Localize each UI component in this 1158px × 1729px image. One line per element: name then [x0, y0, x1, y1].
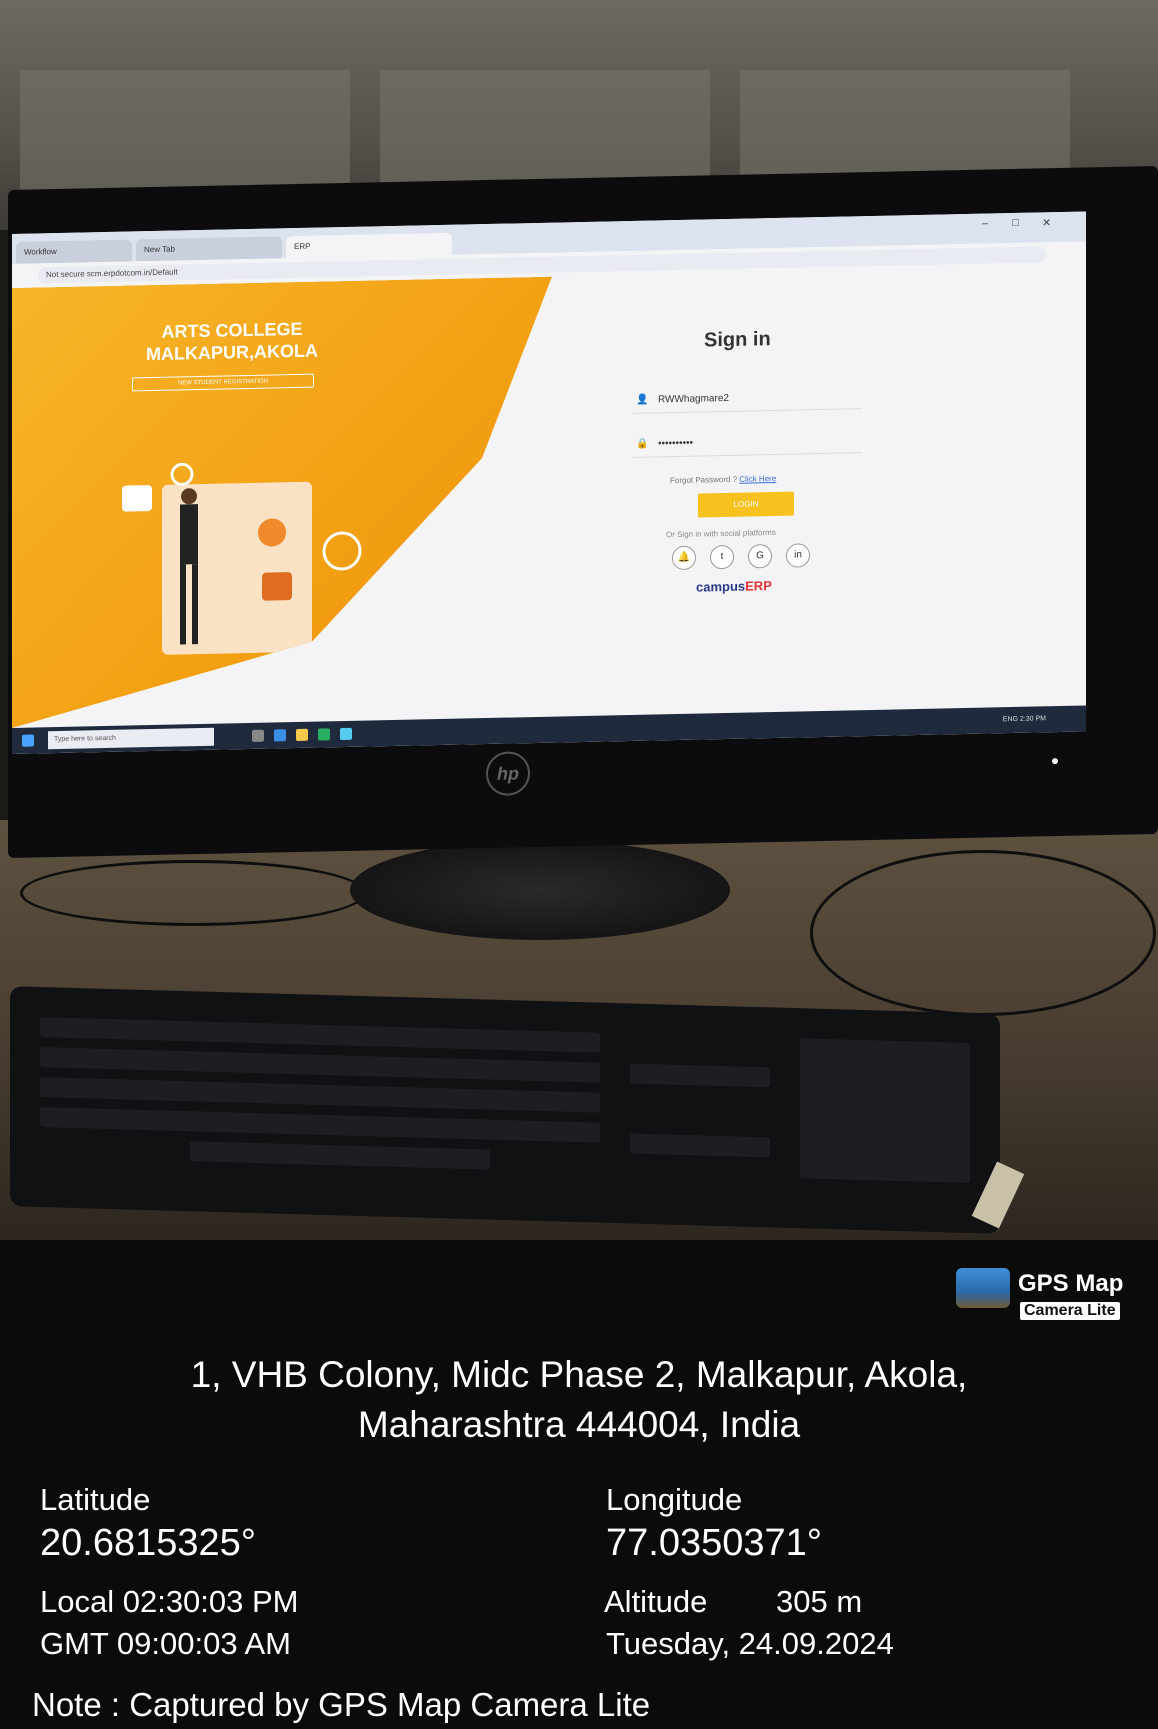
hero-banner: ARTS COLLEGE MALKAPUR,AKOLA NEW STUDENT … [12, 275, 612, 728]
arrow-keys [630, 1133, 770, 1158]
fingerprint-icon [324, 533, 360, 570]
twitter-icon[interactable]: t [710, 544, 734, 570]
padlock-icon [122, 485, 152, 512]
college-title-line2: MALKAPUR,AKOLA [146, 340, 318, 365]
password-value: •••••••••• [658, 437, 694, 450]
erp-logo-accent: ERP [745, 578, 772, 594]
campus-erp-logo: campusERP [696, 578, 772, 595]
gps-app-sub: Camera Lite [1020, 1302, 1120, 1320]
lock-icon [262, 572, 292, 601]
browser-tab[interactable]: New Tab [136, 236, 282, 262]
monitor: Workflow New Tab ERP – □ ✕ Not secure sc… [8, 165, 1158, 859]
latitude-value: 20.6815325° [40, 1522, 256, 1564]
app-icon[interactable] [340, 727, 352, 741]
monitor-screen: Workflow New Tab ERP – □ ✕ Not secure sc… [12, 211, 1086, 754]
key-row [40, 1047, 600, 1083]
google-icon[interactable]: G [748, 544, 772, 569]
minimize-icon[interactable]: – [982, 218, 988, 230]
password-field[interactable]: 🔒 •••••••••• [632, 430, 862, 458]
close-icon[interactable]: ✕ [1042, 216, 1051, 229]
gps-map-logo [956, 1268, 1010, 1308]
security-illustration [102, 440, 382, 676]
gmt-time: GMT 09:00:03 AM [40, 1626, 291, 1661]
clock: 2:30 PM [1019, 715, 1046, 723]
local-time: Local 02:30:03 PM [40, 1584, 299, 1619]
desk-cable [20, 860, 366, 926]
latitude-label: Latitude [40, 1482, 151, 1517]
username-value: RWWhagmare2 [658, 392, 729, 406]
maximize-icon[interactable]: □ [1012, 217, 1019, 229]
windows-start-icon[interactable] [22, 734, 34, 747]
key-row [40, 1017, 600, 1053]
chrome-icon[interactable] [318, 728, 330, 741]
login-button[interactable]: LOGIN [698, 491, 794, 518]
new-student-registration-button[interactable]: NEW STUDENT REGISTRATION [132, 374, 314, 392]
college-title: ARTS COLLEGE MALKAPUR,AKOLA [112, 317, 352, 366]
power-led [1052, 758, 1058, 765]
address-line2: Maharashtra 444004, India [357, 1404, 801, 1445]
capture-date: Tuesday, 24.09.2024 [606, 1626, 894, 1661]
edge-icon[interactable] [274, 729, 286, 742]
keyboard [10, 986, 1000, 1234]
monitor-stand-base [350, 840, 730, 940]
signin-title: Sign in [704, 328, 771, 352]
bell-icon[interactable]: 🔔 [672, 545, 696, 571]
social-signin-label: Or Sign in with social platforms [666, 527, 776, 540]
signin-form: Sign in 👤 RWWhagmare2 🔒 •••••••••• Forgo… [632, 286, 892, 711]
username-field[interactable]: 👤 RWWhagmare2 [632, 386, 862, 414]
browser-tab[interactable]: Workflow [16, 239, 132, 264]
monitor-cable [810, 850, 1156, 1016]
erp-logo-main: campus [696, 578, 746, 595]
system-tray: ENG 2:30 PM [1003, 715, 1046, 723]
nav-keys [630, 1063, 770, 1088]
linkedin-icon[interactable]: in [786, 543, 810, 568]
capture-note: Note : Captured by GPS Map Camera Lite [32, 1686, 651, 1723]
person-body [180, 504, 198, 564]
hp-logo: hp [486, 751, 530, 797]
windows-taskbar: Type here to search ENG 2:30 PM [12, 705, 1086, 754]
key-row [40, 1107, 600, 1143]
forgot-password-text: Forgot Password ? [670, 474, 738, 486]
longitude-value: 77.0350371° [606, 1522, 822, 1564]
address-line1: 1, VHB Colony, Midc Phase 2, Malkapur, A… [190, 1354, 968, 1395]
taskbar-search[interactable]: Type here to search [48, 727, 214, 750]
longitude-label: Longitude [606, 1482, 743, 1517]
altitude-value: 305 m [776, 1584, 863, 1619]
key-row [40, 1077, 600, 1113]
user-icon: 👤 [636, 394, 649, 406]
spacebar [190, 1141, 490, 1170]
gear-icon [172, 464, 192, 484]
numpad [800, 1038, 970, 1183]
lock-icon: 🔒 [636, 438, 649, 450]
language-indicator: ENG [1002, 715, 1018, 724]
person-leg [192, 564, 198, 644]
gps-app-name: GPS Map [1018, 1270, 1124, 1297]
forgot-password-link[interactable]: Click Here [739, 474, 776, 484]
forgot-password: Forgot Password ? Click Here [670, 474, 776, 485]
task-view-icon[interactable] [252, 729, 264, 742]
location-address: 1, VHB Colony, Midc Phase 2, Malkapur, A… [40, 1350, 1118, 1450]
file-explorer-icon[interactable] [296, 728, 308, 742]
person-leg [180, 564, 186, 644]
altitude-label: Altitude [604, 1584, 708, 1619]
